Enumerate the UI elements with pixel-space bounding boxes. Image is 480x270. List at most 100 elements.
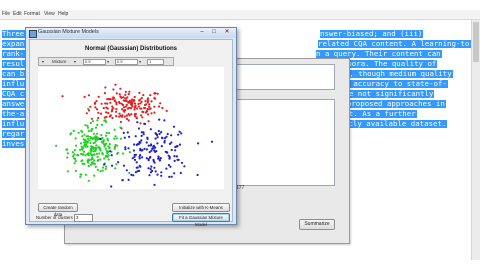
scatter-point — [147, 167, 150, 170]
maximize-button[interactable]: □ — [209, 29, 219, 36]
scatter-point — [122, 131, 125, 134]
vertical-scrollbar[interactable] — [471, 20, 480, 260]
scatter-point — [84, 124, 87, 127]
bg-text-field[interactable] — [235, 64, 335, 90]
dialog-title-bar[interactable]: Gaussian Mixture Models – □ ✕ — [26, 28, 236, 38]
doc-line: can b — [2, 69, 26, 78]
scatter-point — [135, 161, 138, 164]
dropdown-arrow-icon[interactable]: ▾ — [107, 59, 109, 64]
dropdown-arrow-icon[interactable]: ▾ — [139, 59, 141, 64]
scatter-point — [130, 103, 133, 106]
scatter-point — [102, 106, 105, 110]
param-field-3[interactable]: 1 — [147, 59, 164, 65]
scatter-point — [93, 174, 96, 177]
scatter-point — [180, 132, 183, 135]
scatter-point — [72, 155, 75, 158]
clusters-stepper[interactable]: 3 — [74, 214, 93, 222]
scatter-point — [138, 157, 141, 160]
scatter-point — [119, 137, 123, 140]
scatter-point — [89, 121, 92, 125]
param-field-2[interactable]: 0.5 — [115, 59, 138, 65]
scatter-point — [139, 107, 142, 110]
doc-line: influ — [2, 119, 26, 128]
scatter-point — [113, 145, 117, 149]
scatter-point — [147, 158, 150, 161]
scatter-point — [96, 119, 99, 122]
menu-file[interactable]: File — [2, 11, 10, 17]
scatter-point — [125, 99, 128, 103]
menu-view[interactable]: View — [44, 11, 55, 17]
scatter-point — [79, 148, 82, 151]
scatter-point — [153, 96, 156, 100]
scatter-point — [140, 149, 143, 152]
scatter-point — [74, 137, 77, 140]
scatter-point — [91, 127, 94, 131]
param-field-1[interactable]: 0.5 — [83, 59, 106, 65]
doc-line: resul — [2, 59, 26, 68]
scrollbar-thumb[interactable] — [473, 22, 479, 62]
scatter-point — [93, 153, 96, 156]
summarize-button[interactable]: Summarize — [299, 219, 335, 230]
scatter-point — [160, 145, 163, 148]
menu-help[interactable]: Help — [58, 11, 68, 17]
scatter-point — [115, 163, 118, 166]
scatter-point — [121, 108, 124, 111]
fit-gmm-button[interactable]: Fit a Gaussian Mixture Model — [172, 213, 230, 227]
scatter-point — [96, 159, 99, 162]
scatter-point — [128, 171, 131, 175]
scatter-point — [150, 112, 153, 115]
menu-edit[interactable]: Edit — [13, 11, 22, 17]
scatter-point — [140, 139, 143, 142]
close-button[interactable]: ✕ — [221, 29, 233, 36]
scatter-point — [139, 114, 143, 117]
scatter-point — [86, 124, 89, 127]
dropdown-arrow-icon[interactable]: ▾ — [74, 59, 76, 64]
scatter-point — [160, 174, 163, 177]
scatter-point — [74, 157, 77, 160]
create-random-data-button[interactable]: Create random data — [38, 203, 78, 217]
scatter-point — [74, 169, 77, 172]
scatter-point — [118, 112, 121, 115]
scatter-point — [87, 107, 90, 110]
scatter-point — [147, 113, 150, 116]
scatter-point — [103, 157, 106, 160]
scatter-point — [122, 96, 125, 99]
doc-line-right: nswer-biased; and (iii) — [320, 30, 424, 38]
doc-line: regar — [2, 129, 26, 138]
dropdown-arrow-icon[interactable]: ▾ — [42, 59, 44, 64]
scatter-point — [115, 137, 118, 140]
scatter-point — [139, 165, 142, 168]
scatter-point — [70, 132, 73, 135]
scatter-point — [121, 114, 124, 117]
scatter-point — [175, 155, 178, 158]
menu-format[interactable]: Format — [24, 11, 40, 17]
scatter-point — [72, 129, 75, 132]
scatter-point — [114, 167, 117, 170]
scatter-point — [169, 165, 172, 168]
scatter-point — [83, 141, 86, 144]
scatter-point — [90, 146, 93, 149]
doc-line-right: icly available dataset. — [344, 119, 448, 128]
scatter-point — [125, 114, 128, 117]
doc-line: Three — [2, 30, 26, 38]
scatter-point — [87, 179, 90, 182]
scatter-point — [124, 97, 128, 100]
scatter-point — [79, 142, 83, 145]
scatter-point — [197, 142, 200, 145]
dialog-body: Normal (Gaussian) Distributions ▾ Mixtur… — [29, 39, 233, 227]
scatter-point — [149, 107, 152, 110]
scatter-point — [102, 140, 105, 143]
scatter-point — [144, 103, 148, 106]
kmeans-button[interactable]: Initialize with K-Means — [172, 203, 230, 212]
minimize-button[interactable]: – — [196, 29, 208, 36]
scatter-point — [143, 106, 146, 110]
scatter-point — [91, 120, 95, 123]
scatter-point — [104, 86, 107, 89]
scatter-point — [134, 153, 137, 156]
bg-text-area[interactable] — [235, 99, 335, 186]
scatter-point — [93, 162, 96, 165]
scatter-point — [125, 117, 129, 120]
doc-line-right: related CQA content. A learning-to- — [318, 40, 472, 48]
scatter-point — [89, 147, 92, 151]
scatter-point — [156, 92, 159, 95]
